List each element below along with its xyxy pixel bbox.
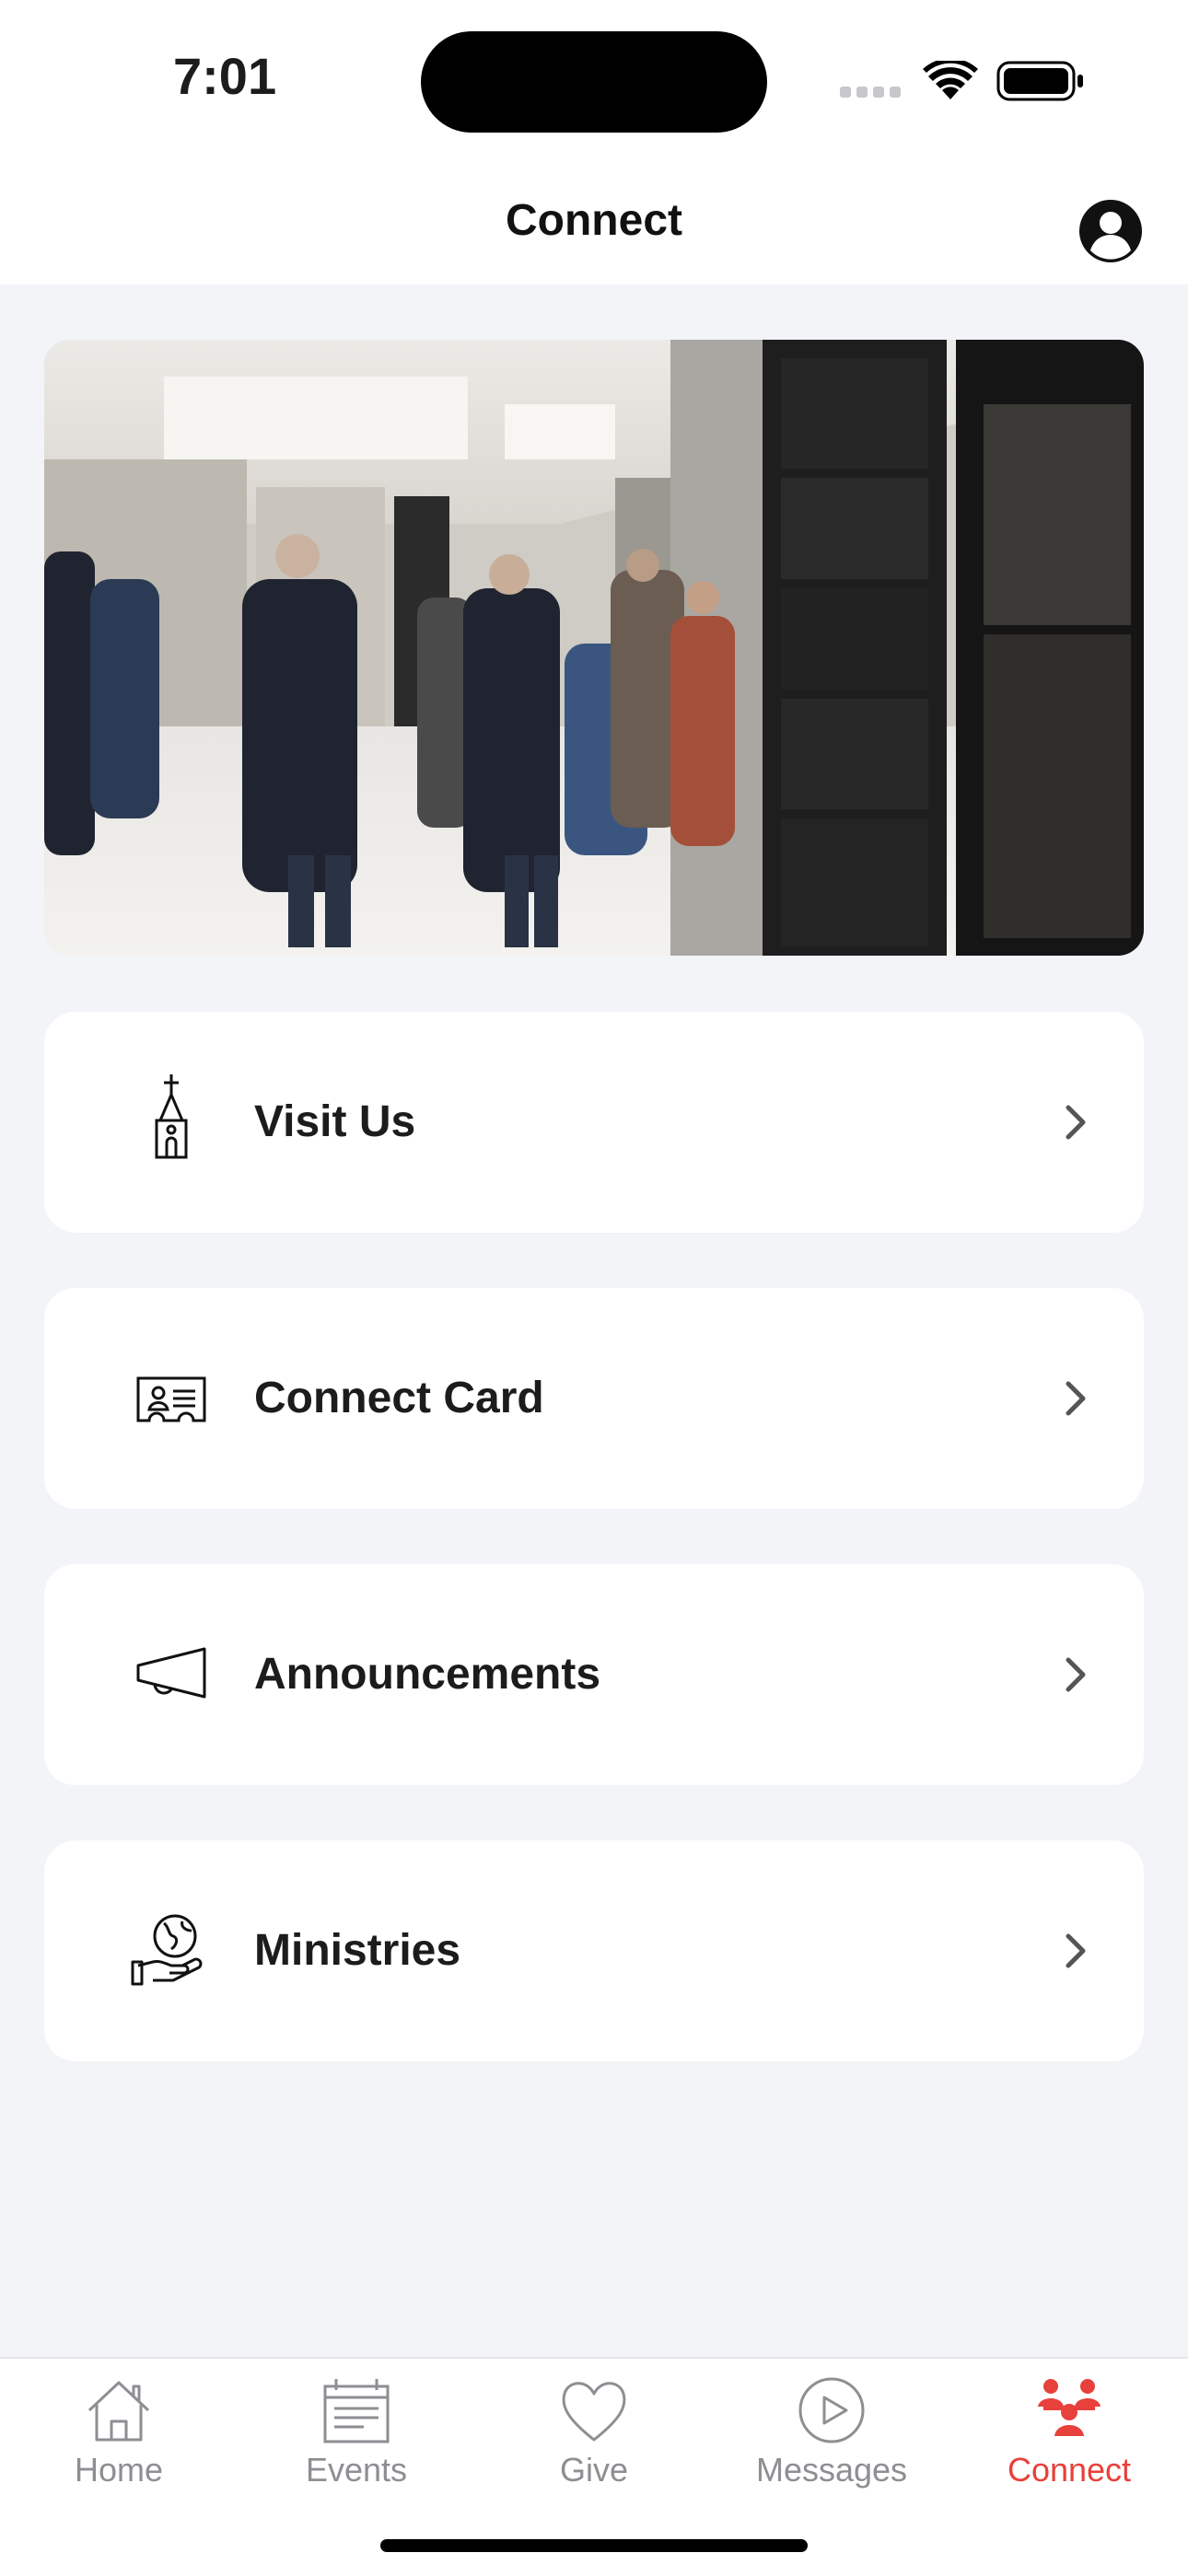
tab-connect[interactable]: Connect [950,2359,1188,2543]
house-icon [87,2381,150,2442]
wifi-icon [923,61,978,99]
menu-item-ministries[interactable]: Ministries [44,1840,1144,2061]
profile-icon[interactable] [1077,198,1144,264]
status-time: 7:01 [173,47,277,105]
church-icon [155,1074,188,1159]
chevron-right-icon [1066,1381,1086,1416]
menu-item-visit-us[interactable]: Visit Us [44,1012,1144,1233]
tab-messages[interactable]: Messages [713,2359,950,2543]
menu-item-label: Visit Us [254,1097,416,1146]
hero-image [44,340,1144,956]
battery-icon [996,61,1083,101]
tab-label: Connect [1007,2451,1132,2489]
id-card-icon [136,1376,206,1422]
tab-home[interactable]: Home [0,2359,238,2543]
home-indicator [380,2539,808,2552]
megaphone-icon [136,1647,206,1699]
chevron-right-icon [1066,1933,1086,1968]
menu-item-label: Announcements [254,1650,601,1699]
chevron-right-icon [1066,1105,1086,1140]
people-icon [1038,2379,1101,2436]
heart-icon [562,2382,626,2442]
menu-item-connect-card[interactable]: Connect Card [44,1288,1144,1509]
dynamic-island [421,31,767,133]
top-bar: 7:01 Connect [0,0,1188,284]
chevron-right-icon [1066,1657,1086,1692]
page-title: Connect [0,195,1188,246]
tab-events[interactable]: Events [238,2359,475,2543]
play-circle-icon [798,2377,865,2443]
tab-label: Home [74,2451,164,2489]
globe-hand-icon [131,1914,203,1986]
menu-item-label: Connect Card [254,1374,544,1422]
tab-label: Events [305,2451,408,2489]
tab-label: Give [559,2451,629,2489]
tab-label: Messages [755,2451,908,2489]
tab-give[interactable]: Give [475,2359,713,2543]
page-title-text: Connect [506,196,682,245]
menu-item-label: Ministries [254,1926,461,1975]
calendar-icon [323,2379,390,2443]
menu-item-announcements[interactable]: Announcements [44,1564,1144,1785]
